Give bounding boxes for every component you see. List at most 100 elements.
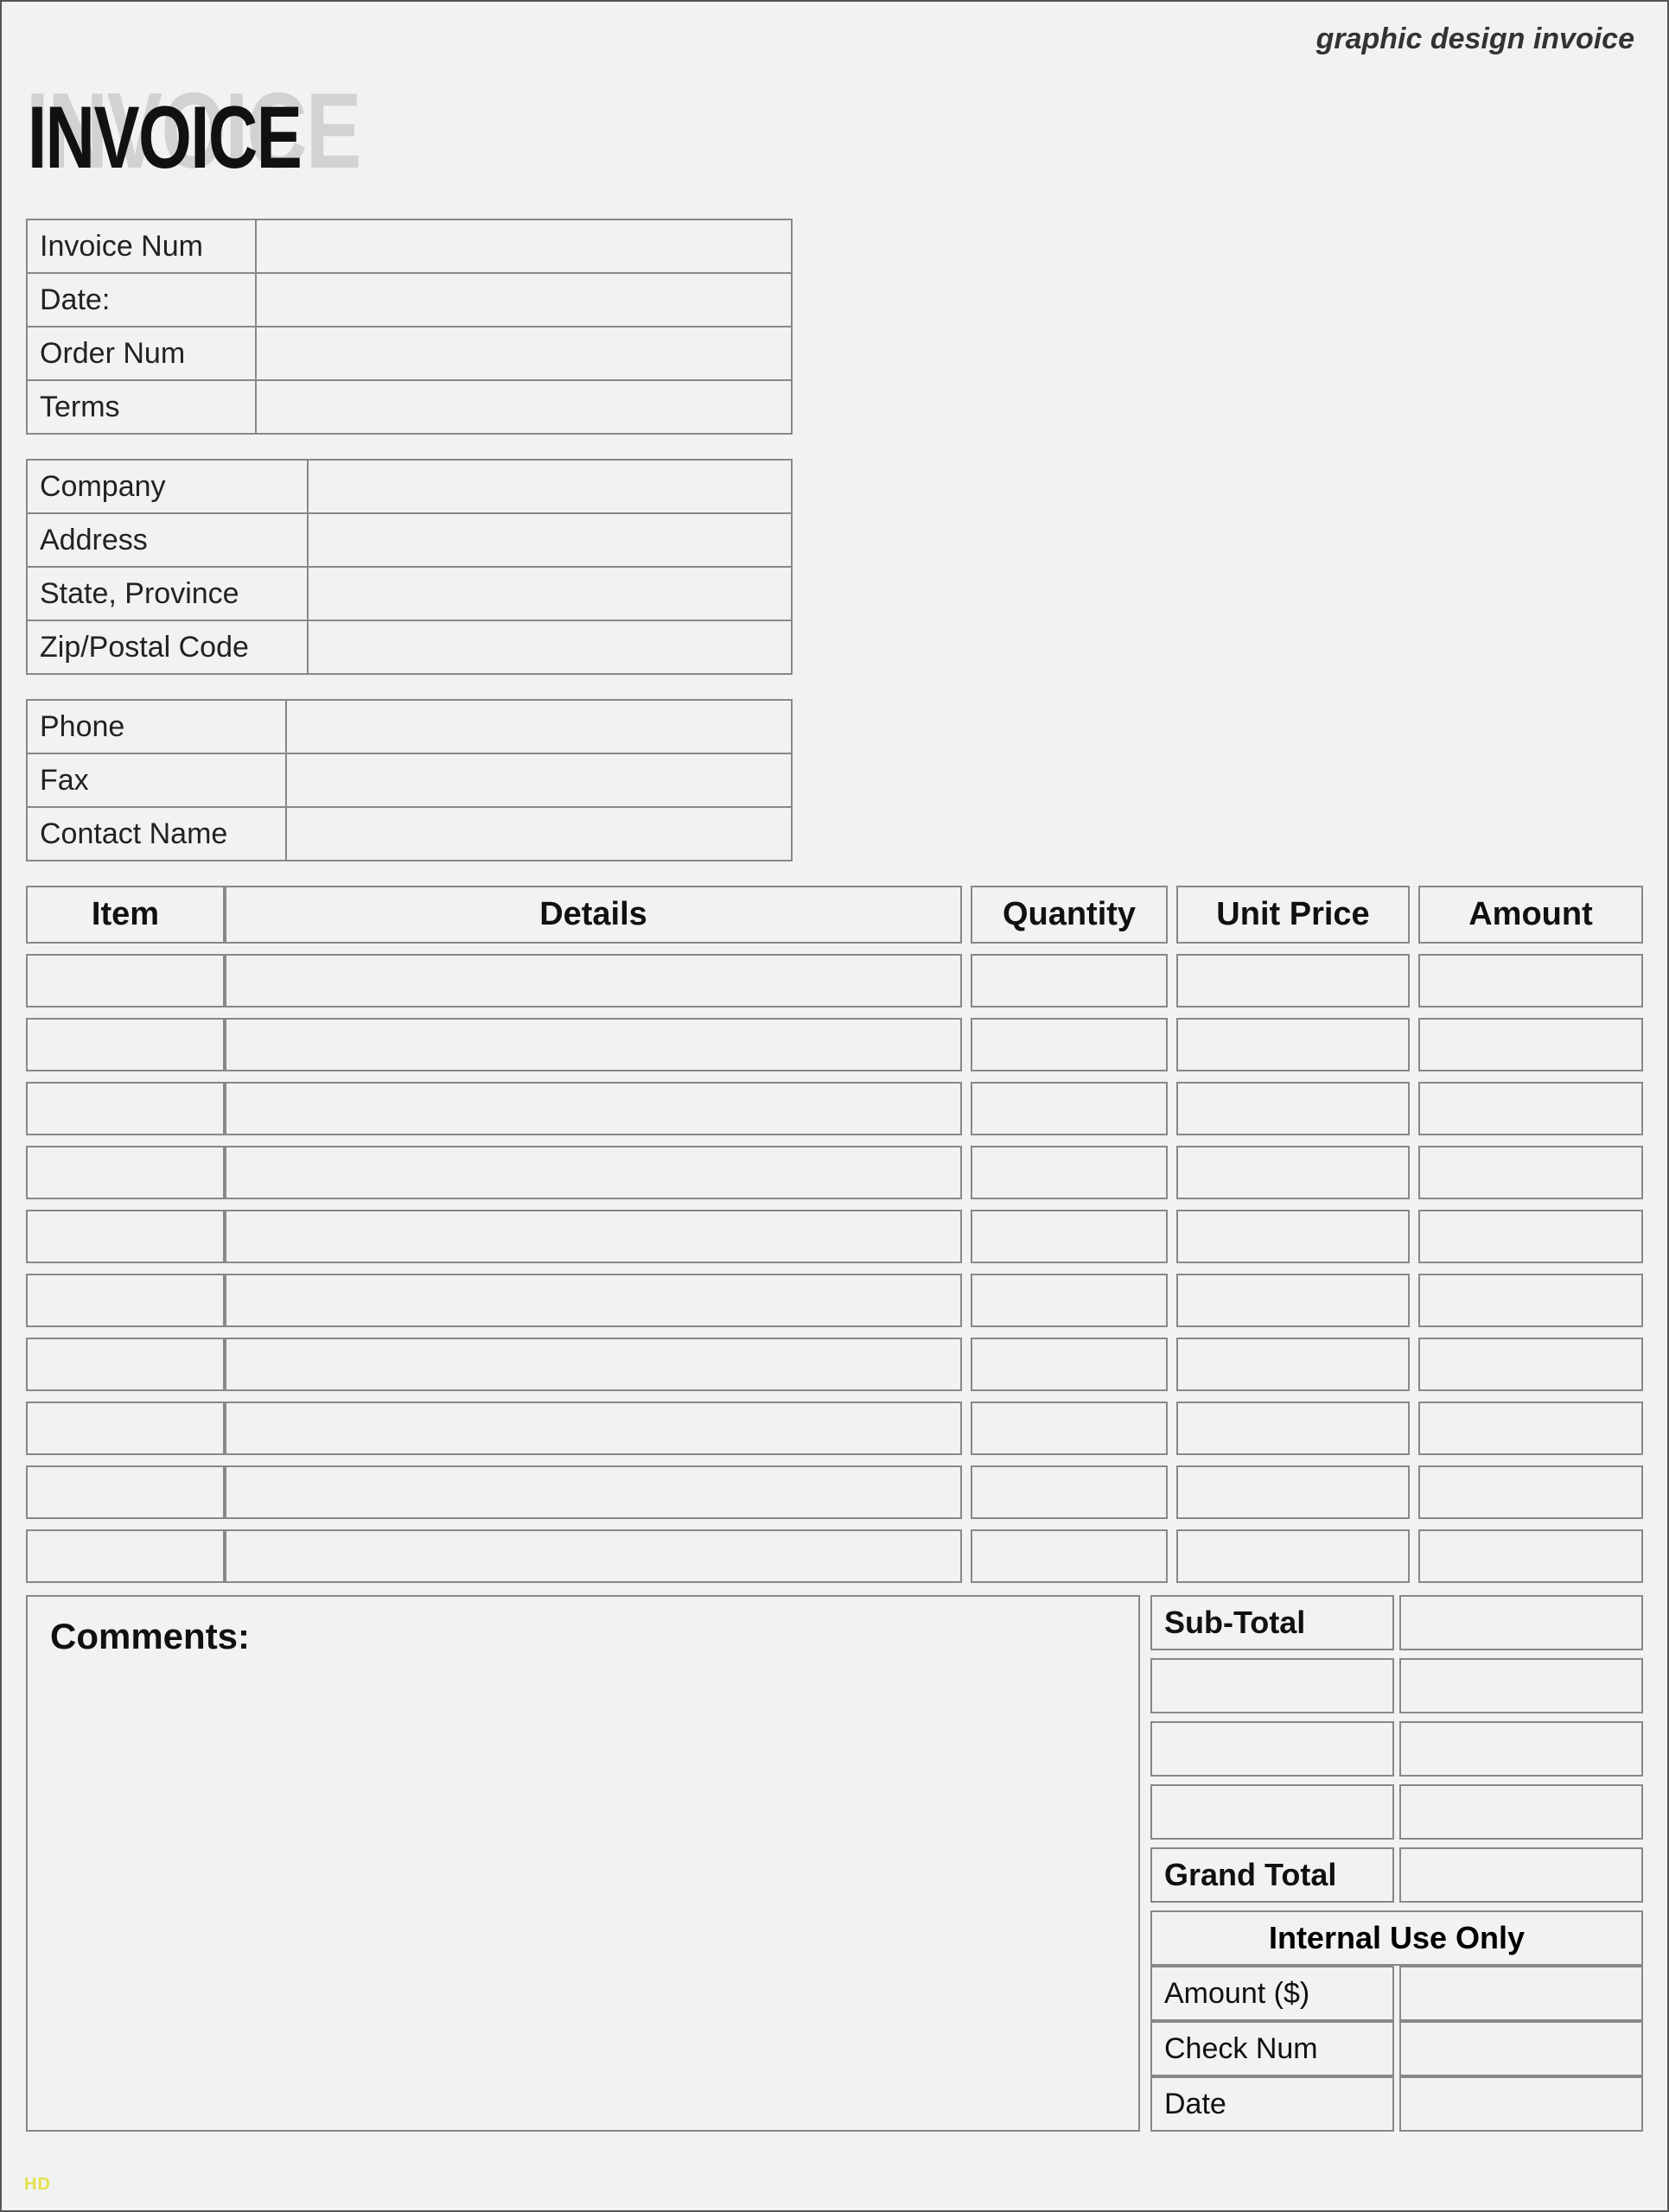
details-cell[interactable] — [225, 1018, 962, 1071]
amount-cell[interactable] — [1418, 1529, 1643, 1583]
state-field[interactable] — [308, 567, 792, 620]
amount-label: Amount ($) — [1150, 1966, 1394, 2021]
th-qty: Quantity — [971, 886, 1168, 944]
fax-label: Fax — [27, 753, 286, 807]
amount-value[interactable] — [1399, 1966, 1643, 2021]
th-details: Details — [225, 886, 962, 944]
company-info-block: Company Address State, Province Zip/Post… — [26, 459, 793, 675]
zip-field[interactable] — [308, 620, 792, 674]
terms-label: Terms — [27, 380, 256, 434]
invoice-num-field[interactable] — [256, 219, 792, 273]
details-cell[interactable] — [225, 1146, 962, 1199]
bottom-section: Comments: Sub-Total — [26, 1595, 1643, 2132]
qty-cell[interactable] — [971, 1274, 1168, 1327]
details-cell[interactable] — [225, 1529, 962, 1583]
comments-label: Comments: — [50, 1616, 250, 1656]
qty-cell[interactable] — [971, 1402, 1168, 1455]
heading: INVOICE INVOICE — [26, 70, 1643, 203]
item-cell[interactable] — [26, 1529, 225, 1583]
items-table: Item Details Quantity Unit Price Amount — [26, 886, 1643, 1583]
extra3-value[interactable] — [1399, 1784, 1643, 1840]
amount-cell[interactable] — [1418, 1274, 1643, 1327]
phone-label: Phone — [27, 700, 286, 753]
qty-cell[interactable] — [971, 954, 1168, 1007]
item-cell[interactable] — [26, 1082, 225, 1135]
price-cell[interactable] — [1176, 1338, 1410, 1391]
date-field[interactable] — [256, 273, 792, 327]
th-amount: Amount — [1418, 886, 1643, 944]
details-cell[interactable] — [225, 1210, 962, 1263]
qty-cell[interactable] — [971, 1529, 1168, 1583]
price-cell[interactable] — [1176, 1529, 1410, 1583]
comments-box[interactable]: Comments: — [26, 1595, 1140, 2132]
item-cell[interactable] — [26, 1210, 225, 1263]
subtotal-label: Sub-Total — [1150, 1595, 1394, 1650]
item-cell[interactable] — [26, 954, 225, 1007]
amount-cell[interactable] — [1418, 954, 1643, 1007]
item-cell[interactable] — [26, 1338, 225, 1391]
phone-field[interactable] — [286, 700, 792, 753]
extra1-value[interactable] — [1399, 1658, 1643, 1713]
amount-cell[interactable] — [1418, 1082, 1643, 1135]
details-cell[interactable] — [225, 1402, 962, 1455]
amount-cell[interactable] — [1418, 1210, 1643, 1263]
th-item: Item — [26, 886, 225, 944]
internal-use-label: Internal Use Only — [1150, 1910, 1643, 1966]
state-label: State, Province — [27, 567, 308, 620]
item-cell[interactable] — [26, 1018, 225, 1071]
details-cell[interactable] — [225, 1274, 962, 1327]
grandtotal-label: Grand Total — [1150, 1847, 1394, 1903]
price-cell[interactable] — [1176, 1274, 1410, 1327]
qty-cell[interactable] — [971, 1338, 1168, 1391]
qty-cell[interactable] — [971, 1146, 1168, 1199]
totals-stack: Sub-Total Grand Total — [1150, 1595, 1643, 2132]
contact-field[interactable] — [286, 807, 792, 861]
invoice-num-label: Invoice Num — [27, 219, 256, 273]
qty-cell[interactable] — [971, 1082, 1168, 1135]
details-cell[interactable] — [225, 1465, 962, 1519]
extra2-value[interactable] — [1399, 1721, 1643, 1777]
qty-cell[interactable] — [971, 1210, 1168, 1263]
price-cell[interactable] — [1176, 1082, 1410, 1135]
order-num-field[interactable] — [256, 327, 792, 380]
hd-watermark: HD — [24, 2175, 51, 2195]
date-label: Date: — [27, 273, 256, 327]
heading-main: INVOICE — [28, 87, 301, 188]
company-field[interactable] — [308, 460, 792, 513]
item-cell[interactable] — [26, 1402, 225, 1455]
total-date-value[interactable] — [1399, 2076, 1643, 2132]
total-date-label: Date — [1150, 2076, 1394, 2132]
subtotal-value[interactable] — [1399, 1595, 1643, 1650]
amount-cell[interactable] — [1418, 1402, 1643, 1455]
price-cell[interactable] — [1176, 1146, 1410, 1199]
price-cell[interactable] — [1176, 1465, 1410, 1519]
details-cell[interactable] — [225, 1082, 962, 1135]
item-cell[interactable] — [26, 1274, 225, 1327]
price-cell[interactable] — [1176, 954, 1410, 1007]
th-price: Unit Price — [1176, 886, 1410, 944]
extra1-label[interactable] — [1150, 1658, 1394, 1713]
price-cell[interactable] — [1176, 1402, 1410, 1455]
checknum-value[interactable] — [1399, 2021, 1643, 2076]
extra3-label[interactable] — [1150, 1784, 1394, 1840]
qty-cell[interactable] — [971, 1018, 1168, 1071]
invoice-page: graphic design invoice INVOICE INVOICE I… — [0, 0, 1669, 2212]
amount-cell[interactable] — [1418, 1018, 1643, 1071]
address-field[interactable] — [308, 513, 792, 567]
amount-cell[interactable] — [1418, 1338, 1643, 1391]
extra2-label[interactable] — [1150, 1721, 1394, 1777]
details-cell[interactable] — [225, 1338, 962, 1391]
fax-field[interactable] — [286, 753, 792, 807]
terms-field[interactable] — [256, 380, 792, 434]
grandtotal-value[interactable] — [1399, 1847, 1643, 1903]
order-num-label: Order Num — [27, 327, 256, 380]
price-cell[interactable] — [1176, 1018, 1410, 1071]
zip-label: Zip/Postal Code — [27, 620, 308, 674]
amount-cell[interactable] — [1418, 1465, 1643, 1519]
details-cell[interactable] — [225, 954, 962, 1007]
item-cell[interactable] — [26, 1465, 225, 1519]
qty-cell[interactable] — [971, 1465, 1168, 1519]
amount-cell[interactable] — [1418, 1146, 1643, 1199]
item-cell[interactable] — [26, 1146, 225, 1199]
price-cell[interactable] — [1176, 1210, 1410, 1263]
